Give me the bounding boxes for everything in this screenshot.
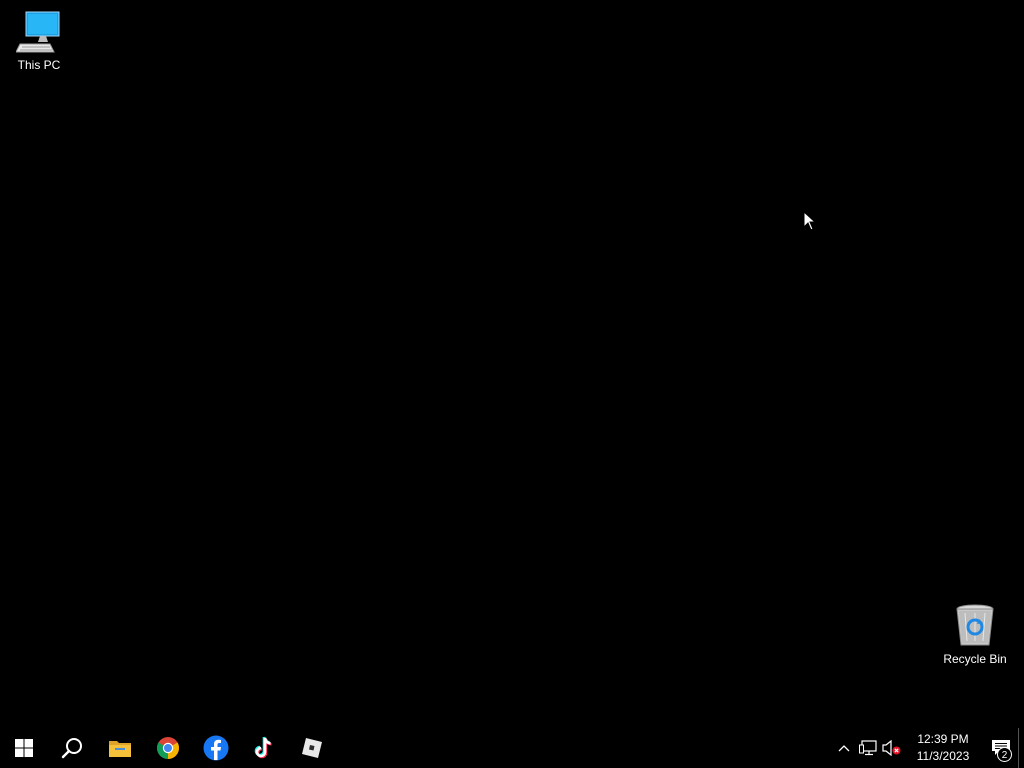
folder-icon bbox=[109, 741, 131, 757]
network-button[interactable] bbox=[856, 728, 880, 768]
show-desktop-button[interactable] bbox=[1018, 728, 1024, 768]
clock[interactable]: 12:39 PM 11/3/2023 bbox=[908, 728, 978, 768]
start-button[interactable] bbox=[0, 728, 48, 768]
facebook-button[interactable] bbox=[192, 728, 240, 768]
recycle-bin-icon bbox=[951, 602, 999, 650]
chrome-button[interactable] bbox=[144, 728, 192, 768]
taskbar: 12:39 PM 11/3/2023 2 bbox=[0, 728, 1024, 768]
desktop[interactable]: This PC Recycle Bin bbox=[0, 0, 1024, 728]
tiktok-button[interactable] bbox=[240, 728, 288, 768]
volume-button[interactable] bbox=[880, 728, 904, 768]
volume-muted-icon bbox=[882, 740, 901, 756]
notification-count-badge: 2 bbox=[997, 747, 1012, 762]
this-pc-shortcut[interactable]: This PC bbox=[1, 8, 77, 72]
clock-time: 12:39 PM bbox=[917, 732, 969, 746]
action-center-button[interactable]: 2 bbox=[984, 728, 1018, 768]
tiktok-icon bbox=[254, 736, 272, 759]
file-explorer-button[interactable] bbox=[96, 728, 144, 768]
show-hidden-icons-button[interactable] bbox=[832, 728, 856, 768]
roblox-icon bbox=[302, 738, 322, 758]
clock-date: 11/3/2023 bbox=[916, 749, 970, 763]
windows-logo-icon bbox=[15, 739, 33, 757]
mouse-cursor-icon bbox=[803, 211, 817, 231]
recycle-bin-label: Recycle Bin bbox=[943, 652, 1007, 666]
roblox-button[interactable] bbox=[288, 728, 336, 768]
network-icon bbox=[859, 740, 877, 756]
system-tray: 12:39 PM 11/3/2023 2 bbox=[832, 728, 1024, 768]
chrome-icon bbox=[157, 737, 179, 759]
recycle-bin-shortcut[interactable]: Recycle Bin bbox=[937, 602, 1013, 666]
this-pc-label: This PC bbox=[17, 58, 61, 72]
facebook-icon bbox=[203, 735, 229, 761]
search-button[interactable] bbox=[48, 728, 96, 768]
chevron-up-icon bbox=[838, 745, 850, 752]
search-icon bbox=[61, 738, 82, 759]
computer-icon bbox=[15, 8, 63, 56]
